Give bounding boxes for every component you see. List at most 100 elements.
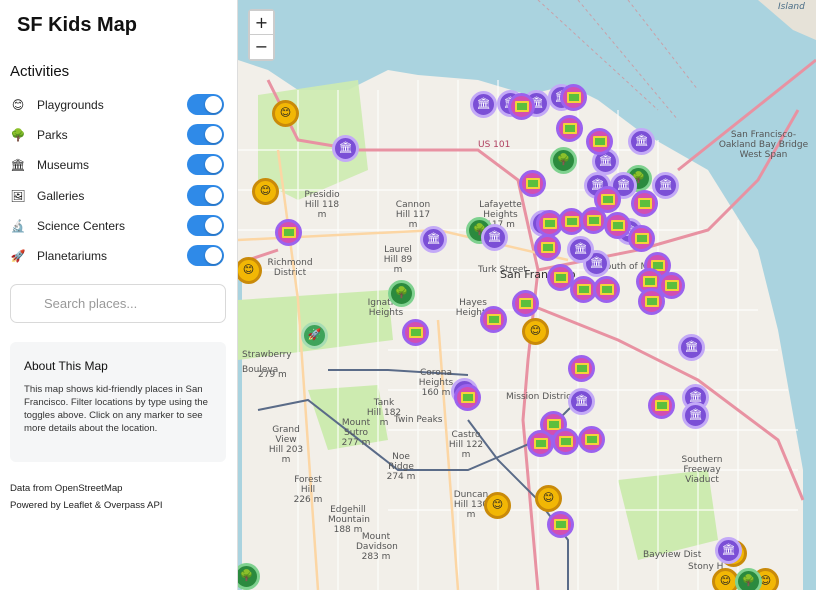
toggle-knob [205, 96, 222, 113]
map-label-bayview: Bayview Dist [643, 550, 702, 560]
filter-row-parks: 🌳 Parks [10, 120, 226, 150]
filter-label: Playgrounds [37, 98, 104, 113]
museum-marker[interactable]: 🏛 [420, 226, 447, 253]
map-label-turk: Turk Street [478, 265, 527, 275]
gallery-marker[interactable] [454, 384, 481, 411]
map-label-279m: 279 m [258, 370, 287, 380]
gallery-marker[interactable] [578, 426, 605, 453]
map-label-laurel: Laurel Hill 89 m [383, 245, 413, 275]
gallery-marker[interactable] [534, 234, 561, 261]
zoom-control: + − [248, 9, 275, 61]
filter-label: Science Centers [37, 218, 126, 233]
toggle-knob [205, 246, 222, 264]
museum-marker[interactable]: 🏛 [682, 402, 709, 429]
playground-marker[interactable]: 😊 [252, 178, 279, 205]
park-marker[interactable]: 🌳 [735, 568, 762, 590]
map-label-forest: Forest Hill 226 m [293, 475, 323, 505]
museum-marker[interactable]: 🏛 [568, 388, 595, 415]
sidebar: SF Kids Map Activities 😊 Playgrounds 🌳 P… [0, 0, 238, 590]
planetarium-marker[interactable]: 🚀 [301, 322, 328, 349]
search-input[interactable] [10, 284, 226, 323]
gallery-marker[interactable] [527, 430, 554, 457]
rocket-icon: 🚀 [10, 249, 26, 264]
museum-marker[interactable]: 🏛 [652, 172, 679, 199]
gallery-marker[interactable] [552, 428, 579, 455]
map-label-cannon: Cannon Hill 117 m [395, 200, 431, 230]
filter-row-planetariums: 🚀 Planetariums [10, 241, 226, 271]
gallery-marker[interactable] [604, 212, 631, 239]
gallery-marker[interactable] [512, 290, 539, 317]
museum-marker[interactable]: 🏛 [628, 128, 655, 155]
gallery-icon: 🖼 [10, 188, 26, 203]
toggle-knob [205, 216, 222, 234]
map-label-island: Island [778, 2, 805, 12]
playgrounds-toggle[interactable] [187, 94, 224, 115]
filter-row-playgrounds: 😊 Playgrounds [10, 90, 226, 120]
museum-marker[interactable]: 🏛 [715, 537, 742, 564]
map-label-corona: Corona Heights 160 m [418, 368, 454, 398]
gallery-marker[interactable] [586, 128, 613, 155]
filter-label: Museums [37, 158, 90, 173]
planetariums-toggle[interactable] [187, 244, 224, 266]
map-view[interactable]: Richmond District San Francisco San Fran… [238, 0, 816, 590]
museum-marker[interactable]: 🏛 [481, 224, 508, 251]
gallery-marker[interactable] [568, 355, 595, 382]
map-label-grand-view: Grand View Hill 203 m [268, 425, 304, 465]
playground-marker[interactable]: 😊 [522, 318, 549, 345]
zoom-out-button[interactable]: − [250, 35, 273, 59]
about-title: About This Map [24, 359, 108, 373]
toggle-knob [205, 186, 222, 204]
data-source-credit: Data from OpenStreetMap [10, 483, 123, 494]
gallery-marker[interactable] [519, 170, 546, 197]
gallery-marker[interactable] [638, 288, 665, 315]
map-label-davidson: Mount Davidson 283 m [356, 532, 398, 562]
filter-label: Planetariums [37, 249, 108, 264]
about-panel: About This Map This map shows kid-friend… [10, 342, 226, 462]
gallery-marker[interactable] [508, 93, 535, 120]
map-label-edgehill: Edgehill Mountain 188 m [328, 505, 370, 535]
map-label-bay-bridge: San Francisco-Oakland Bay Bridge West Sp… [718, 130, 809, 160]
zoom-in-button[interactable]: + [250, 11, 273, 35]
gallery-marker[interactable] [560, 84, 587, 111]
gallery-marker[interactable] [556, 115, 583, 142]
activities-heading: Activities [10, 63, 70, 80]
park-marker[interactable]: 🌳 [388, 280, 415, 307]
tree-icon: 🌳 [10, 128, 26, 143]
galleries-toggle[interactable] [187, 184, 224, 206]
gallery-marker[interactable] [593, 276, 620, 303]
app-title: SF Kids Map [17, 14, 138, 36]
powered-by-credit: Powered by Leaflet & Overpass API [10, 500, 163, 511]
gallery-marker[interactable] [631, 190, 658, 217]
park-marker[interactable]: 🌳 [550, 147, 577, 174]
science-centers-toggle[interactable] [187, 214, 224, 236]
gallery-marker[interactable] [480, 306, 507, 333]
filter-label: Galleries [37, 188, 85, 203]
gallery-marker[interactable] [402, 319, 429, 346]
filter-row-museums: 🏛 Museums [10, 150, 226, 180]
toggle-knob [205, 156, 222, 174]
museum-icon: 🏛 [10, 158, 26, 173]
filter-label: Parks [37, 128, 68, 143]
gallery-marker[interactable] [628, 225, 655, 252]
gallery-marker[interactable] [547, 511, 574, 538]
map-label-noe: Noe Ridge 274 m [386, 452, 416, 482]
filter-row-galleries: 🖼 Galleries [10, 181, 226, 211]
playground-marker[interactable]: 😊 [272, 100, 299, 127]
parks-toggle[interactable] [187, 124, 224, 146]
filter-row-science-centers: 🔬 Science Centers [10, 211, 226, 241]
museums-toggle[interactable] [187, 154, 224, 176]
museum-marker[interactable]: 🏛 [567, 236, 594, 263]
playground-marker[interactable]: 😊 [535, 485, 562, 512]
museum-marker[interactable]: 🏛 [678, 334, 705, 361]
gallery-marker[interactable] [275, 219, 302, 246]
map-label-southern-fwy: Southern Freeway Viaduct [681, 455, 723, 485]
gallery-marker[interactable] [648, 392, 675, 419]
activity-filter-list: 😊 Playgrounds 🌳 Parks 🏛 Museums 🖼 Galler… [10, 90, 226, 271]
museum-marker[interactable]: 🏛 [332, 135, 359, 162]
museum-marker[interactable]: 🏛 [470, 91, 497, 118]
playground-marker[interactable]: 😊 [484, 492, 511, 519]
map-label-richmond: Richmond District [267, 258, 313, 278]
toggle-knob [205, 126, 222, 144]
playground-icon: 😊 [11, 98, 25, 113]
gallery-marker[interactable] [580, 207, 607, 234]
